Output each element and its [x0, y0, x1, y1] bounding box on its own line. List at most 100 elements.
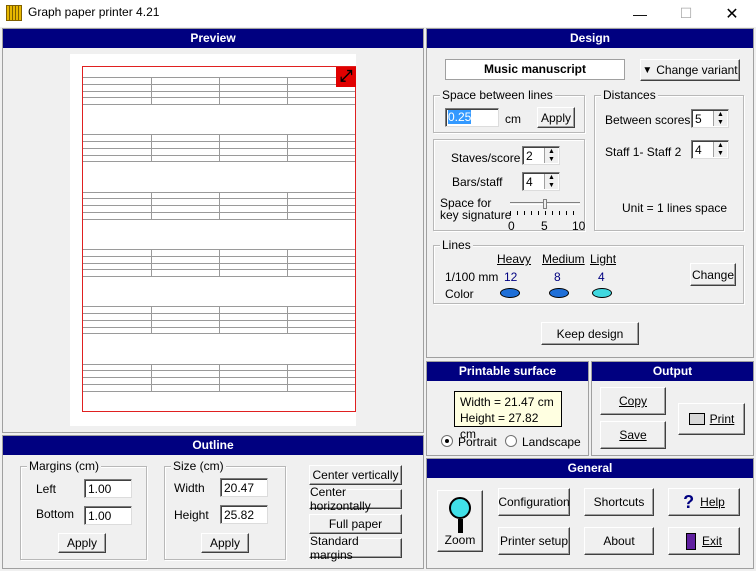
spin-up-icon[interactable]: ▲ — [545, 148, 558, 156]
zoom-button[interactable]: Zoom — [437, 490, 483, 552]
margin-left-input[interactable]: 1.00 — [84, 479, 132, 498]
line-space-value: 0.25 — [448, 110, 472, 124]
save-button[interactable]: Save — [600, 421, 666, 449]
window-title: Graph paper printer 4.21 — [28, 5, 160, 19]
change-variant-label: Change variant — [656, 63, 738, 77]
heavy-color-swatch[interactable] — [500, 288, 520, 298]
output-title: Output — [592, 362, 753, 381]
size-title: Size (cm) — [171, 459, 226, 473]
staff — [83, 306, 355, 335]
staves-label: Staves/score — [451, 151, 521, 165]
keep-design-button[interactable]: Keep design — [541, 322, 639, 345]
margins-apply-button[interactable]: Apply — [58, 533, 106, 553]
size-height-input[interactable]: 25.82 — [220, 505, 268, 524]
print-button[interactable]: Print — [678, 403, 745, 435]
landscape-label[interactable]: Landscape — [522, 435, 581, 449]
size-apply-button[interactable]: Apply — [201, 533, 249, 553]
bar-line — [219, 191, 220, 220]
staff-distance-spin[interactable]: ▲ ▼ — [713, 142, 727, 157]
medium-label[interactable]: Medium — [542, 252, 585, 266]
landscape-radio[interactable] — [505, 435, 517, 447]
staff — [83, 77, 355, 105]
margins-title: Margins (cm) — [27, 459, 102, 473]
margin-left-label: Left — [36, 482, 57, 496]
dropdown-triangle-icon: ▼ — [642, 64, 653, 76]
change-variant-button[interactable]: ▼ Change variant — [640, 59, 740, 81]
printer-setup-button[interactable]: Printer setup — [498, 527, 570, 555]
width-row-label: 1/100 mm — [445, 270, 499, 284]
between-scores-label: Between scores — [605, 113, 691, 127]
staves-value: 2 — [526, 149, 533, 163]
maximize-button[interactable]: ☐ — [663, 0, 709, 27]
app-icon — [6, 5, 22, 21]
about-button[interactable]: About — [584, 527, 654, 555]
heavy-label[interactable]: Heavy — [497, 252, 531, 266]
center-vertically-button[interactable]: Center vertically — [309, 465, 402, 485]
minimize-button[interactable]: — — [617, 0, 663, 27]
bar-line — [151, 306, 152, 335]
help-icon: ? — [683, 491, 695, 512]
copy-button[interactable]: Copy — [600, 387, 666, 415]
close-button[interactable]: ✕ — [709, 0, 755, 27]
change-lines-button[interactable]: Change — [690, 263, 736, 286]
spin-down-icon[interactable]: ▼ — [714, 119, 727, 127]
bar-line — [151, 134, 152, 163]
print-label: Print — [709, 412, 735, 426]
medium-color-swatch[interactable] — [549, 288, 569, 298]
design-title: Design — [427, 29, 753, 48]
magnifier-handle — [458, 519, 463, 533]
exit-button[interactable]: Exit — [668, 527, 740, 555]
help-label: Help — [700, 495, 725, 509]
heavy-width: 12 — [504, 270, 518, 284]
bar-line — [287, 249, 288, 277]
bar-line — [151, 77, 152, 105]
between-scores-spin[interactable]: ▲ ▼ — [713, 111, 727, 126]
configuration-button[interactable]: Configuration — [498, 488, 570, 516]
size-width-input[interactable]: 20.47 — [220, 478, 268, 497]
help-button[interactable]: ? Help — [668, 488, 740, 516]
light-label[interactable]: Light — [590, 252, 616, 266]
bars-stepper[interactable]: 4 ▲ ▼ — [522, 172, 560, 191]
staves-spin[interactable]: ▲ ▼ — [544, 148, 558, 163]
staff-preview — [83, 67, 355, 411]
standard-margins-button[interactable]: Standard margins — [309, 534, 402, 562]
portrait-label[interactable]: Portrait — [458, 435, 497, 449]
line-space-apply-button[interactable]: Apply — [537, 107, 575, 128]
expand-icon[interactable]: ⤢ — [336, 67, 356, 87]
portrait-radio[interactable] — [441, 435, 453, 447]
center-horizontally-button[interactable]: Center horizontally — [309, 485, 402, 513]
staff-distance-stepper[interactable]: 4 ▲ ▼ — [691, 140, 729, 159]
bar-line — [151, 249, 152, 277]
bar-line — [151, 191, 152, 220]
staff — [83, 249, 355, 277]
bar-line — [287, 134, 288, 163]
margin-bottom-input[interactable]: 1.00 — [84, 506, 132, 525]
between-scores-stepper[interactable]: 5 ▲ ▼ — [691, 109, 729, 128]
staff-distance-label: Staff 1- Staff 2 — [605, 145, 682, 159]
printer-icon — [688, 413, 705, 425]
spin-up-icon[interactable]: ▲ — [545, 174, 558, 182]
spin-down-icon[interactable]: ▼ — [545, 182, 558, 190]
keysig-slider[interactable] — [510, 199, 580, 221]
bar-line — [219, 363, 220, 392]
bar-line — [287, 363, 288, 392]
spin-up-icon[interactable]: ▲ — [714, 142, 727, 150]
keysig-tick-10: 10 — [572, 219, 586, 233]
staves-stepper[interactable]: 2 ▲ ▼ — [522, 146, 560, 165]
printable-size-box: Width = 21.47 cm Height = 27.82 cm — [454, 391, 562, 441]
light-color-swatch[interactable] — [592, 288, 612, 298]
spin-up-icon[interactable]: ▲ — [714, 111, 727, 119]
spin-down-icon[interactable]: ▼ — [714, 150, 727, 158]
slider-thumb[interactable] — [543, 199, 547, 209]
bars-spin[interactable]: ▲ ▼ — [544, 174, 558, 189]
size-width-label: Width — [174, 481, 205, 495]
size-height-label: Height — [174, 508, 209, 522]
line-space-input[interactable]: 0.25 — [445, 108, 499, 127]
light-width: 4 — [598, 270, 605, 284]
template-name: Music manuscript — [445, 59, 625, 80]
full-paper-button[interactable]: Full paper — [309, 514, 402, 534]
bars-label: Bars/staff — [452, 175, 503, 189]
spin-down-icon[interactable]: ▼ — [545, 156, 558, 164]
shortcuts-button[interactable]: Shortcuts — [584, 488, 654, 516]
magnifier-icon — [449, 497, 471, 519]
